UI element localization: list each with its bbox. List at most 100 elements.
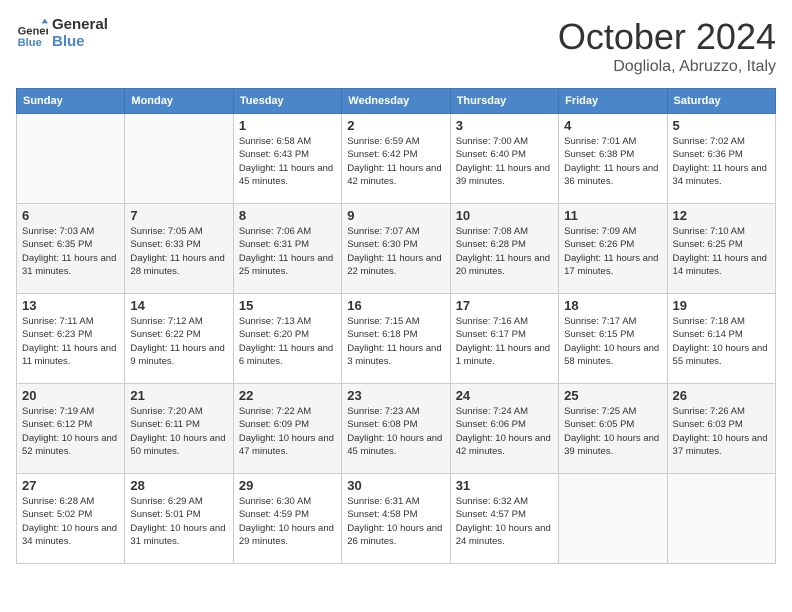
day-detail: Sunrise: 7:10 AM Sunset: 6:25 PM Dayligh… bbox=[673, 225, 770, 278]
calendar-cell: 14 Sunrise: 7:12 AM Sunset: 6:22 PM Dayli… bbox=[125, 294, 233, 384]
calendar-cell: 27 Sunrise: 6:28 AM Sunset: 5:02 PM Dayli… bbox=[17, 474, 125, 564]
day-number: 4 bbox=[564, 118, 661, 133]
day-number: 15 bbox=[239, 298, 336, 313]
calendar-cell: 8 Sunrise: 7:06 AM Sunset: 6:31 PM Daylig… bbox=[233, 204, 341, 294]
calendar-cell: 23Sunrise: 7:23 AM Sunset: 6:08 PM Dayli… bbox=[342, 384, 450, 474]
day-number: 16 bbox=[347, 298, 444, 313]
day-number: 25 bbox=[564, 388, 661, 403]
day-detail: Sunrise: 6:29 AM Sunset: 5:01 PM Dayligh… bbox=[130, 495, 227, 548]
calendar-cell: 17Sunrise: 7:16 AM Sunset: 6:17 PM Dayli… bbox=[450, 294, 558, 384]
location-subtitle: Dogliola, Abruzzo, Italy bbox=[558, 58, 776, 76]
day-detail: Sunrise: 6:32 AM Sunset: 4:57 PM Dayligh… bbox=[456, 495, 553, 548]
calendar-cell bbox=[125, 114, 233, 204]
logo: General Blue General Blue bbox=[16, 16, 108, 50]
day-detail: Sunrise: 7:12 AM Sunset: 6:22 PM Dayligh… bbox=[130, 315, 227, 368]
calendar-cell: 1Sunrise: 6:58 AM Sunset: 6:43 PM Daylig… bbox=[233, 114, 341, 204]
calendar-cell: 10 Sunrise: 7:08 AM Sunset: 6:28 PM Dayli… bbox=[450, 204, 558, 294]
svg-text:General: General bbox=[18, 26, 48, 38]
calendar-cell: 11 Sunrise: 7:09 AM Sunset: 6:26 PM Dayli… bbox=[559, 204, 667, 294]
day-detail: Sunrise: 7:06 AM Sunset: 6:31 PM Dayligh… bbox=[239, 225, 336, 278]
month-title: October 2024 bbox=[558, 16, 776, 58]
day-detail: Sunrise: 7:11 AM Sunset: 6:23 PM Dayligh… bbox=[22, 315, 119, 368]
day-number: 19 bbox=[673, 298, 770, 313]
header-tuesday: Tuesday bbox=[233, 89, 341, 114]
title-block: October 2024 Dogliola, Abruzzo, Italy bbox=[558, 16, 776, 76]
day-detail: Sunrise: 7:16 AM Sunset: 6:17 PM Dayligh… bbox=[456, 315, 553, 368]
calendar-cell: 6 Sunrise: 7:03 AM Sunset: 6:35 PM Daylig… bbox=[17, 204, 125, 294]
day-detail: Sunrise: 7:26 AM Sunset: 6:03 PM Dayligh… bbox=[673, 405, 770, 458]
day-detail: Sunrise: 7:02 AM Sunset: 6:36 PM Dayligh… bbox=[673, 135, 770, 188]
calendar-cell: 25 Sunrise: 7:25 AM Sunset: 6:05 PM Dayli… bbox=[559, 384, 667, 474]
day-detail: Sunrise: 7:09 AM Sunset: 6:26 PM Dayligh… bbox=[564, 225, 661, 278]
calendar-cell: 9Sunrise: 7:07 AM Sunset: 6:30 PM Daylig… bbox=[342, 204, 450, 294]
header-sunday: Sunday bbox=[17, 89, 125, 114]
day-number: 12 bbox=[673, 208, 770, 223]
week-row-2: 6 Sunrise: 7:03 AM Sunset: 6:35 PM Daylig… bbox=[17, 204, 776, 294]
day-detail: Sunrise: 7:15 AM Sunset: 6:18 PM Dayligh… bbox=[347, 315, 444, 368]
header-wednesday: Wednesday bbox=[342, 89, 450, 114]
day-number: 28 bbox=[130, 478, 227, 493]
logo-blue: Blue bbox=[52, 33, 108, 50]
calendar-cell bbox=[17, 114, 125, 204]
week-row-1: 1Sunrise: 6:58 AM Sunset: 6:43 PM Daylig… bbox=[17, 114, 776, 204]
header-saturday: Saturday bbox=[667, 89, 775, 114]
svg-text:Blue: Blue bbox=[18, 37, 42, 49]
calendar-cell: 28 Sunrise: 6:29 AM Sunset: 5:01 PM Dayli… bbox=[125, 474, 233, 564]
day-number: 2 bbox=[347, 118, 444, 133]
day-number: 27 bbox=[22, 478, 119, 493]
day-number: 20 bbox=[22, 388, 119, 403]
calendar-cell: 24Sunrise: 7:24 AM Sunset: 6:06 PM Dayli… bbox=[450, 384, 558, 474]
header-friday: Friday bbox=[559, 89, 667, 114]
day-detail: Sunrise: 7:19 AM Sunset: 6:12 PM Dayligh… bbox=[22, 405, 119, 458]
calendar-cell: 31 Sunrise: 6:32 AM Sunset: 4:57 PM Dayli… bbox=[450, 474, 558, 564]
day-number: 8 bbox=[239, 208, 336, 223]
day-number: 24 bbox=[456, 388, 553, 403]
day-detail: Sunrise: 7:08 AM Sunset: 6:28 PM Dayligh… bbox=[456, 225, 553, 278]
day-detail: Sunrise: 6:59 AM Sunset: 6:42 PM Dayligh… bbox=[347, 135, 444, 188]
day-number: 6 bbox=[22, 208, 119, 223]
week-row-5: 27 Sunrise: 6:28 AM Sunset: 5:02 PM Dayli… bbox=[17, 474, 776, 564]
day-detail: Sunrise: 7:00 AM Sunset: 6:40 PM Dayligh… bbox=[456, 135, 553, 188]
day-detail: Sunrise: 7:17 AM Sunset: 6:15 PM Dayligh… bbox=[564, 315, 661, 368]
day-detail: Sunrise: 7:25 AM Sunset: 6:05 PM Dayligh… bbox=[564, 405, 661, 458]
day-number: 18 bbox=[564, 298, 661, 313]
page-header: General Blue General Blue October 2024 D… bbox=[16, 16, 776, 76]
day-number: 14 bbox=[130, 298, 227, 313]
header-row: SundayMondayTuesdayWednesdayThursdayFrid… bbox=[17, 89, 776, 114]
calendar-cell bbox=[667, 474, 775, 564]
day-detail: Sunrise: 7:05 AM Sunset: 6:33 PM Dayligh… bbox=[130, 225, 227, 278]
day-detail: Sunrise: 7:23 AM Sunset: 6:08 PM Dayligh… bbox=[347, 405, 444, 458]
day-detail: Sunrise: 7:03 AM Sunset: 6:35 PM Dayligh… bbox=[22, 225, 119, 278]
week-row-3: 13 Sunrise: 7:11 AM Sunset: 6:23 PM Dayli… bbox=[17, 294, 776, 384]
calendar-cell: 19 Sunrise: 7:18 AM Sunset: 6:14 PM Dayli… bbox=[667, 294, 775, 384]
day-number: 11 bbox=[564, 208, 661, 223]
calendar-cell: 21 Sunrise: 7:20 AM Sunset: 6:11 PM Dayli… bbox=[125, 384, 233, 474]
logo-general: General bbox=[52, 16, 108, 33]
week-row-4: 20 Sunrise: 7:19 AM Sunset: 6:12 PM Dayli… bbox=[17, 384, 776, 474]
day-detail: Sunrise: 6:31 AM Sunset: 4:58 PM Dayligh… bbox=[347, 495, 444, 548]
calendar-table: SundayMondayTuesdayWednesdayThursdayFrid… bbox=[16, 88, 776, 564]
calendar-cell: 29 Sunrise: 6:30 AM Sunset: 4:59 PM Dayli… bbox=[233, 474, 341, 564]
day-detail: Sunrise: 7:18 AM Sunset: 6:14 PM Dayligh… bbox=[673, 315, 770, 368]
calendar-cell: 16 Sunrise: 7:15 AM Sunset: 6:18 PM Dayli… bbox=[342, 294, 450, 384]
day-number: 21 bbox=[130, 388, 227, 403]
header-monday: Monday bbox=[125, 89, 233, 114]
day-number: 3 bbox=[456, 118, 553, 133]
header-thursday: Thursday bbox=[450, 89, 558, 114]
day-detail: Sunrise: 7:20 AM Sunset: 6:11 PM Dayligh… bbox=[130, 405, 227, 458]
day-number: 22 bbox=[239, 388, 336, 403]
day-detail: Sunrise: 6:28 AM Sunset: 5:02 PM Dayligh… bbox=[22, 495, 119, 548]
calendar-cell: 3 Sunrise: 7:00 AM Sunset: 6:40 PM Daylig… bbox=[450, 114, 558, 204]
day-number: 9 bbox=[347, 208, 444, 223]
calendar-cell: 12 Sunrise: 7:10 AM Sunset: 6:25 PM Dayli… bbox=[667, 204, 775, 294]
day-detail: Sunrise: 6:30 AM Sunset: 4:59 PM Dayligh… bbox=[239, 495, 336, 548]
day-number: 10 bbox=[456, 208, 553, 223]
day-number: 29 bbox=[239, 478, 336, 493]
calendar-cell: 5Sunrise: 7:02 AM Sunset: 6:36 PM Daylig… bbox=[667, 114, 775, 204]
calendar-cell: 7Sunrise: 7:05 AM Sunset: 6:33 PM Daylig… bbox=[125, 204, 233, 294]
day-number: 13 bbox=[22, 298, 119, 313]
calendar-cell: 4Sunrise: 7:01 AM Sunset: 6:38 PM Daylig… bbox=[559, 114, 667, 204]
day-number: 31 bbox=[456, 478, 553, 493]
day-number: 26 bbox=[673, 388, 770, 403]
calendar-cell: 2 Sunrise: 6:59 AM Sunset: 6:42 PM Daylig… bbox=[342, 114, 450, 204]
